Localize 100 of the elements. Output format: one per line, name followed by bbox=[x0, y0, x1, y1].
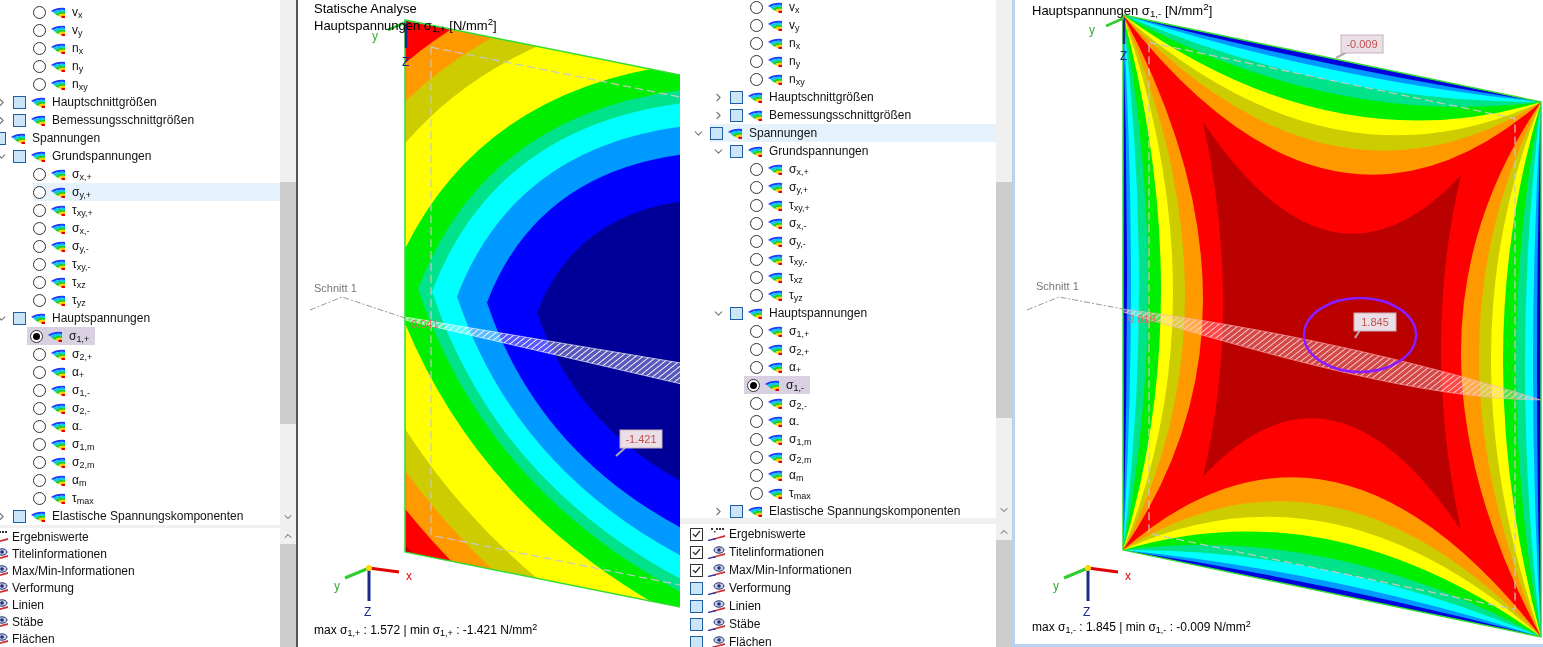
tree-item[interactable]: σ$_{2,+}$ bbox=[33, 345, 93, 363]
tree-item[interactable]: α$_{m}$ bbox=[750, 466, 804, 484]
radio-button[interactable] bbox=[750, 414, 763, 428]
radio-button[interactable] bbox=[750, 18, 763, 32]
tree-item[interactable]: σ$_{y,-}$ bbox=[750, 232, 806, 250]
display-item[interactable]: Linien bbox=[680, 597, 996, 615]
tree-item[interactable]: α$_{-}$ bbox=[750, 412, 799, 430]
tree-item[interactable]: τ$_{xz}$ bbox=[750, 268, 803, 286]
radio-button[interactable] bbox=[33, 203, 46, 217]
radio-button[interactable] bbox=[750, 0, 763, 14]
tree-item[interactable]: n$_{xy}$ bbox=[33, 75, 88, 93]
tree-item[interactable]: Elastische Spannungskomponenten bbox=[730, 502, 961, 518]
radio-button[interactable] bbox=[33, 239, 46, 253]
tree-item[interactable]: n$_{y}$ bbox=[33, 57, 84, 75]
tree-item[interactable]: α$_{+}$ bbox=[33, 363, 85, 381]
checkbox[interactable] bbox=[13, 509, 26, 523]
tree-item[interactable]: σ$_{x,-}$ bbox=[750, 214, 807, 232]
display-item[interactable]: Titelinformationen bbox=[0, 545, 280, 562]
tree-item[interactable]: v$_{x}$ bbox=[33, 3, 83, 21]
radio-button[interactable] bbox=[33, 5, 46, 19]
radio-button[interactable] bbox=[33, 401, 46, 415]
radio-button[interactable] bbox=[30, 329, 43, 343]
radio-button[interactable] bbox=[33, 473, 46, 487]
scrollbar-thumb[interactable] bbox=[280, 544, 296, 647]
radio-button[interactable] bbox=[33, 23, 46, 37]
tree-item[interactable]: Grundspannungen bbox=[730, 142, 869, 160]
tree-item[interactable]: τ$_{xy,-}$ bbox=[33, 255, 91, 273]
tree-item[interactable]: v$_{y}$ bbox=[750, 16, 800, 34]
tree-item[interactable]: Spannungen bbox=[710, 124, 996, 142]
tree-item[interactable]: Elastische Spannungskomponenten bbox=[13, 507, 244, 525]
tree-item[interactable]: σ$_{1,-}$ bbox=[744, 376, 810, 394]
radio-button[interactable] bbox=[750, 342, 763, 356]
display-item[interactable]: Flächen bbox=[680, 633, 996, 647]
display-item[interactable]: Stäbe bbox=[680, 615, 996, 633]
display-item[interactable]: Ergebniswerte bbox=[0, 528, 280, 545]
checkbox[interactable] bbox=[690, 617, 703, 631]
radio-button[interactable] bbox=[750, 360, 763, 374]
tree-item[interactable]: τ$_{max}$ bbox=[33, 489, 94, 507]
tree-item[interactable]: Bemessungsschnittgrößen bbox=[13, 111, 195, 129]
checkbox[interactable] bbox=[730, 108, 743, 122]
radio-button[interactable] bbox=[750, 270, 763, 284]
radio-button[interactable] bbox=[750, 72, 763, 86]
tree-item[interactable]: σ$_{y,+}$ bbox=[750, 178, 808, 196]
radio-button[interactable] bbox=[33, 383, 46, 397]
radio-button[interactable] bbox=[750, 54, 763, 68]
tree-item[interactable]: σ$_{2,+}$ bbox=[750, 340, 810, 358]
tree-item[interactable]: σ$_{1,m}$ bbox=[750, 430, 812, 448]
checkbox[interactable] bbox=[13, 95, 26, 109]
tree-item[interactable]: Hauptspannungen bbox=[730, 304, 868, 322]
checkbox[interactable] bbox=[690, 599, 703, 613]
scrollbar-thumb[interactable] bbox=[280, 182, 296, 424]
radio-button[interactable] bbox=[33, 293, 46, 307]
tree-item[interactable]: Hauptschnittgrößen bbox=[730, 88, 874, 106]
tree-item[interactable]: τ$_{xy,+}$ bbox=[750, 196, 810, 214]
radio-button[interactable] bbox=[33, 221, 46, 235]
checkbox[interactable] bbox=[730, 306, 743, 320]
tree-item[interactable]: α$_{m}$ bbox=[33, 471, 87, 489]
tree-item[interactable]: σ$_{2,m}$ bbox=[33, 453, 95, 471]
display-item[interactable]: Max/Min-Informationen bbox=[680, 561, 996, 579]
radio-button[interactable] bbox=[33, 365, 46, 379]
tree-item[interactable]: τ$_{xy,-}$ bbox=[750, 250, 808, 268]
tree-item[interactable]: σ$_{2,-}$ bbox=[750, 394, 807, 412]
display-item[interactable]: Max/Min-Informationen bbox=[0, 562, 280, 579]
radio-button[interactable] bbox=[33, 491, 46, 505]
checkbox[interactable] bbox=[13, 113, 26, 127]
radio-button[interactable] bbox=[747, 378, 760, 392]
tree-item[interactable]: n$_{xy}$ bbox=[750, 70, 805, 88]
tree-item[interactable]: σ$_{x,-}$ bbox=[33, 219, 90, 237]
tree-item[interactable]: Hauptspannungen bbox=[13, 309, 151, 327]
tree-item[interactable]: α$_{+}$ bbox=[750, 358, 802, 376]
radio-button[interactable] bbox=[750, 36, 763, 50]
tree-item[interactable]: v$_{y}$ bbox=[33, 21, 83, 39]
display-item[interactable]: Linien bbox=[0, 596, 280, 613]
radio-button[interactable] bbox=[750, 432, 763, 446]
display-item[interactable]: Flächen bbox=[0, 630, 280, 647]
checkbox[interactable] bbox=[13, 311, 26, 325]
radio-button[interactable] bbox=[750, 396, 763, 410]
tree-item[interactable]: σ$_{1,+}$ bbox=[27, 327, 96, 345]
tree-item[interactable]: σ$_{x,+}$ bbox=[750, 160, 809, 178]
scrollbar-thumb[interactable] bbox=[996, 182, 1012, 418]
checkbox[interactable] bbox=[690, 581, 703, 595]
radio-button[interactable] bbox=[750, 162, 763, 176]
radio-button[interactable] bbox=[750, 180, 763, 194]
tree-item[interactable]: σ$_{1,-}$ bbox=[33, 381, 90, 399]
tree-item[interactable]: Grundspannungen bbox=[13, 147, 152, 165]
tree-item[interactable]: v$_{x}$ bbox=[750, 0, 800, 16]
radio-button[interactable] bbox=[33, 59, 46, 73]
tree-item[interactable]: σ$_{y,-}$ bbox=[33, 237, 89, 255]
radio-button[interactable] bbox=[33, 185, 46, 199]
display-item[interactable]: Titelinformationen bbox=[680, 543, 996, 561]
tree-item[interactable]: τ$_{max}$ bbox=[750, 484, 811, 502]
radio-button[interactable] bbox=[750, 288, 763, 302]
display-item[interactable]: Stäbe bbox=[0, 613, 280, 630]
checkbox[interactable] bbox=[690, 635, 703, 647]
checkbox[interactable] bbox=[730, 144, 743, 158]
radio-button[interactable] bbox=[33, 167, 46, 181]
checkbox[interactable] bbox=[690, 527, 703, 541]
checkbox[interactable] bbox=[710, 126, 723, 140]
tree-item[interactable]: σ$_{2,m}$ bbox=[750, 448, 812, 466]
display-item[interactable]: Verformung bbox=[680, 579, 996, 597]
